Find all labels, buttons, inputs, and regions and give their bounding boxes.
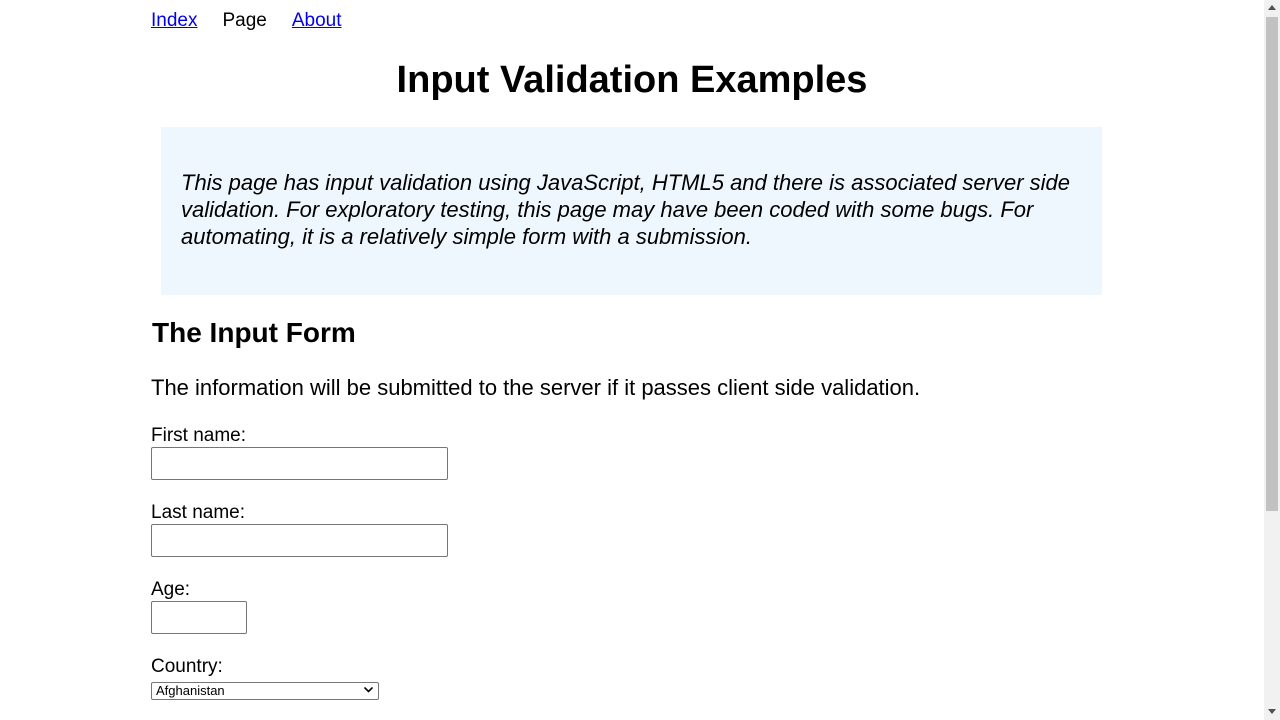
intro-box: This page has input validation using Jav…: [161, 127, 1102, 295]
last-name-input[interactable]: [151, 524, 448, 557]
form-title: The Input Form: [152, 317, 356, 348]
age-input[interactable]: [151, 601, 247, 634]
last-name-label: Last name:: [151, 502, 245, 523]
intro-text: This page has input validation using Jav…: [181, 170, 1071, 249]
vertical-scrollbar[interactable]: [1264, 0, 1280, 720]
nav-link-about[interactable]: About: [292, 10, 342, 31]
arrow-up-icon[interactable]: [1264, 0, 1280, 16]
nav-item-page: Page: [222, 10, 267, 31]
first-name-label: First name:: [151, 425, 247, 446]
page: Index Page About Input Validation Examples…: [0, 0, 1264, 720]
country-select[interactable]: Afghanistan: [151, 682, 379, 700]
first-name-input[interactable]: [151, 447, 448, 480]
age-label: Age:: [151, 579, 191, 600]
form-description: The information will be submitted to the…: [151, 375, 921, 400]
nav-link-index[interactable]: Index: [151, 10, 197, 31]
scrollbar-thumb[interactable]: [1266, 17, 1278, 511]
country-label: Country:: [151, 656, 223, 677]
page-title: Input Validation Examples: [396, 59, 868, 101]
country-selected-value: Afghanistan: [156, 683, 225, 698]
chevron-down-icon: [363, 683, 374, 699]
arrow-down-icon[interactable]: [1264, 704, 1280, 720]
top-nav: Index Page About: [151, 8, 342, 34]
